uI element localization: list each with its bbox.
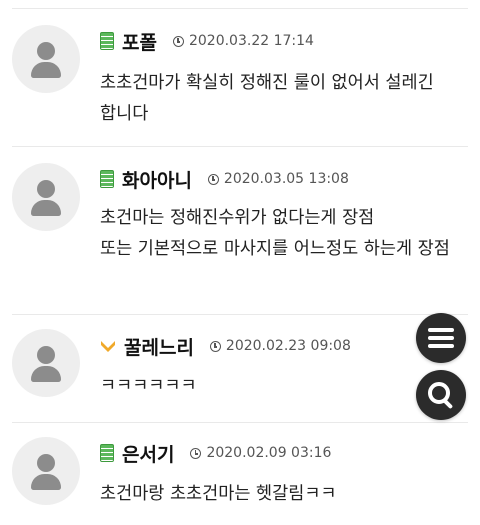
level-green-icon — [100, 32, 114, 50]
avatar-body-shape — [31, 200, 61, 216]
comment-meta: 화아아니 2020.03.05 13:08 — [100, 166, 349, 192]
avatar[interactable] — [12, 163, 80, 231]
comment-text: 초초건마가 확실히 정해진 룰이 없어서 설레긴 합니다 — [100, 73, 434, 124]
comment-text: 초건마는 정해진수위가 없다는게 장점 또는 기본적으로 마사지를 어느정도 하… — [100, 208, 450, 259]
hamburger-menu-icon — [428, 328, 454, 348]
search-icon — [427, 381, 455, 410]
comment-date: 2020.03.22 17:14 — [188, 33, 314, 49]
nickname[interactable]: 포폴 — [122, 28, 157, 55]
avatar[interactable] — [12, 437, 80, 505]
comment-item: 포폴 2020.03.22 17:14 초초건마가 확실히 정해진 룰이 없어서… — [12, 8, 468, 147]
level-green-icon — [100, 444, 114, 462]
level-gold-chevron-icon — [100, 339, 116, 353]
clock-icon — [207, 173, 219, 185]
menu-button[interactable] — [416, 313, 466, 363]
avatar-head-shape — [37, 454, 55, 472]
avatar[interactable] — [12, 25, 80, 93]
comment-item: 꿀레느리 2020.02.23 09:08 ㅋㅋㅋㅋㅋㅋ — [12, 314, 468, 423]
clock-icon — [209, 340, 221, 352]
nickname[interactable]: 화아아니 — [122, 166, 192, 193]
search-button[interactable] — [416, 370, 466, 420]
comment-text: 초건마랑 초초건마는 헷갈림ㅋㅋ — [100, 484, 337, 504]
comment-item: 은서기 2020.02.09 03:16 초건마랑 초초건마는 헷갈림ㅋㅋ — [12, 422, 468, 525]
comment-meta: 꿀레느리 2020.02.23 09:08 — [100, 333, 351, 359]
comment-date: 2020.02.23 09:08 — [225, 338, 351, 354]
clock-icon — [172, 35, 184, 47]
comment-meta: 포폴 2020.03.22 17:14 — [100, 28, 314, 54]
nickname[interactable]: 은서기 — [122, 440, 174, 467]
avatar-body-shape — [31, 474, 61, 490]
avatar[interactable] — [12, 329, 80, 397]
clock-icon — [190, 447, 202, 459]
avatar-head-shape — [37, 346, 55, 364]
comment-date: 2020.03.05 13:08 — [223, 171, 349, 187]
comment-date: 2020.02.09 03:16 — [206, 445, 332, 461]
avatar-head-shape — [37, 42, 55, 60]
comment-text: ㅋㅋㅋㅋㅋㅋ — [100, 376, 197, 396]
avatar-head-shape — [37, 180, 55, 198]
comment-meta: 은서기 2020.02.09 03:16 — [100, 440, 331, 466]
avatar-body-shape — [31, 62, 61, 78]
nickname[interactable]: 꿀레느리 — [124, 333, 194, 360]
level-green-icon — [100, 170, 114, 188]
avatar-body-shape — [31, 366, 61, 382]
comment-item: 화아아니 2020.03.05 13:08 초건마는 정해진수위가 없다는게 장… — [12, 146, 468, 315]
